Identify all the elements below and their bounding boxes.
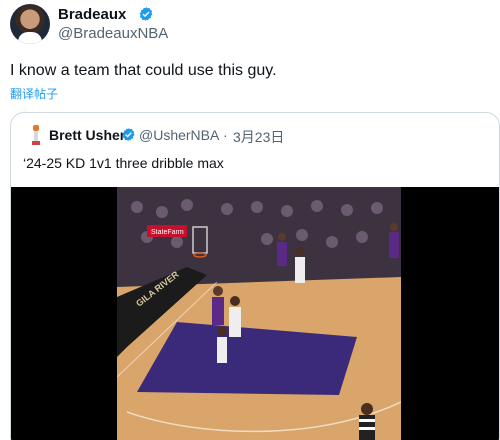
tweet: Bradeaux @BradeauxNBA I know a team that… [0, 0, 500, 440]
ad-board-text: StateFarm [151, 229, 184, 236]
translate-post-link[interactable]: 翻译帖子 [10, 85, 58, 102]
quote-date[interactable]: 3月23日 [233, 127, 284, 147]
author-name[interactable]: Bradeaux [58, 6, 126, 23]
quote-text: ‘24-25 KD 1v1 three dribble max [23, 155, 224, 171]
quote-author-avatar[interactable] [25, 123, 47, 147]
verified-badge-icon [139, 7, 153, 21]
video-player[interactable]: GILA RIVER StateFarm [11, 187, 499, 440]
author-avatar[interactable] [10, 4, 50, 44]
quote-author-handle[interactable]: @UsherNBA [139, 127, 219, 143]
quote-separator: · [223, 127, 228, 143]
quote-author-name[interactable]: Brett Usher [49, 127, 125, 143]
tweet-text: I know a team that could use this guy. [10, 62, 277, 79]
video-frame: GILA RIVER StateFarm [117, 187, 401, 440]
author-handle[interactable]: @BradeauxNBA [58, 25, 168, 42]
quoted-tweet-card[interactable]: Brett Usher @UsherNBA · 3月23日 ‘24-25 KD … [10, 112, 500, 440]
quote-verified-badge-icon [122, 127, 135, 142]
